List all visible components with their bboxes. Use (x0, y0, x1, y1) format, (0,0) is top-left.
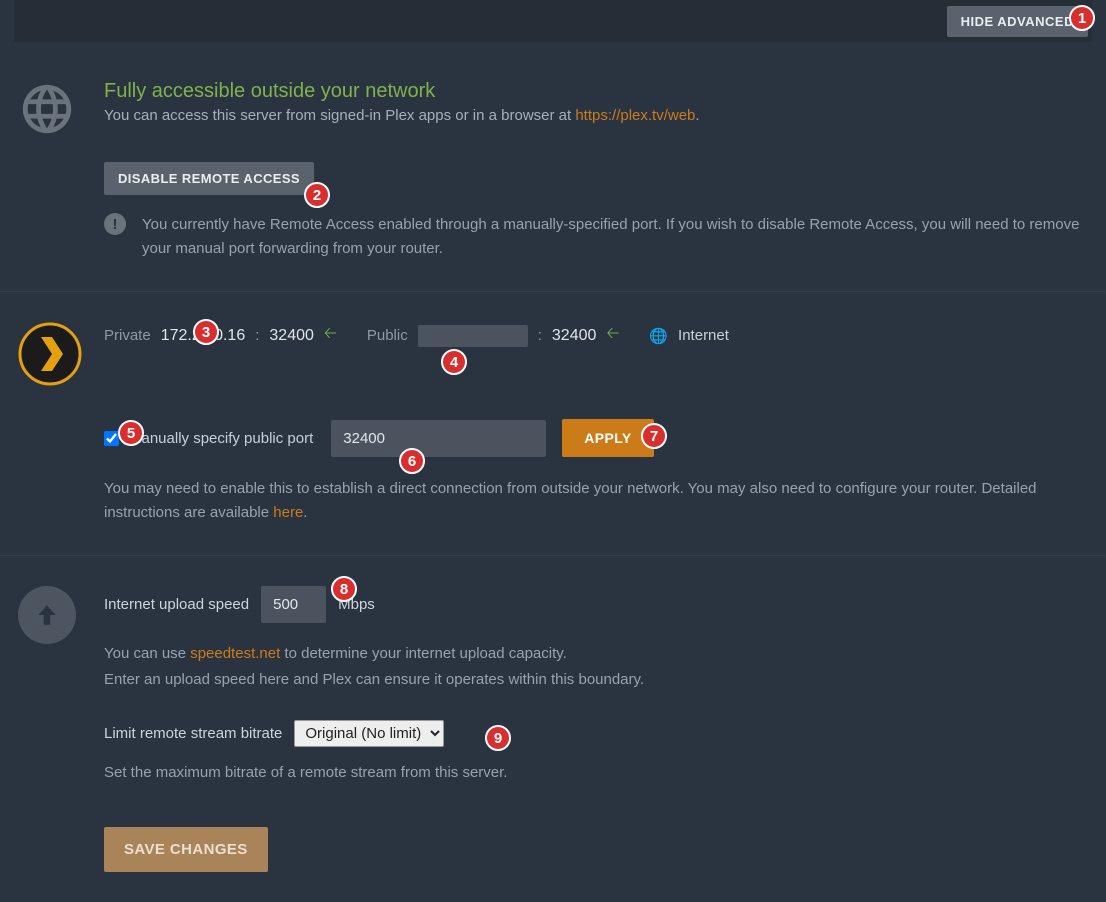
upload-speed-label: Internet upload speed (104, 596, 249, 613)
bitrate-help: Set the maximum bitrate of a remote stre… (104, 761, 1082, 785)
upload-help-suffix: to determine your internet upload capaci… (280, 645, 567, 662)
exclamation-icon: ! (104, 213, 126, 235)
speedtest-link[interactable]: speedtest.net (190, 645, 280, 662)
manual-port-label: Manually specify public port (129, 430, 313, 447)
plex-web-link[interactable]: https://plex.tv/web (575, 107, 695, 124)
public-label: Public (367, 327, 408, 344)
arrow-left-icon: 🡠 (324, 322, 337, 349)
notice-text: You currently have Remote Access enabled… (142, 213, 1082, 261)
status-desc-prefix: You can access this server from signed-i… (104, 107, 575, 124)
globe-icon (18, 80, 76, 138)
status-description: You can access this server from signed-i… (104, 107, 1082, 124)
private-label: Private (104, 327, 151, 344)
bitrate-label: Limit remote stream bitrate (104, 725, 282, 742)
upload-help-prefix: You can use (104, 645, 190, 662)
internet-globe-icon: 🌐 (649, 327, 668, 345)
public-ip-masked (418, 325, 528, 347)
port-help-suffix: . (303, 504, 307, 521)
upload-help-text: You can use speedtest.net to determine y… (104, 641, 1082, 692)
private-port: 32400 (269, 327, 314, 345)
private-ip: 172.21.0.16 (161, 327, 246, 345)
upload-speed-unit: Mbps (338, 596, 375, 613)
public-port: 32400 (552, 327, 597, 345)
bitrate-select[interactable]: Original (No limit) (294, 720, 444, 747)
status-desc-suffix: . (695, 107, 699, 124)
status-title: Fully accessible outside your network (104, 80, 1082, 103)
upload-icon (18, 586, 76, 644)
port-help-prefix: You may need to enable this to establish… (104, 480, 1037, 521)
upload-help2: Enter an upload speed here and Plex can … (104, 671, 644, 688)
save-changes-button[interactable]: SAVE CHANGES (104, 827, 268, 872)
disable-remote-access-button[interactable]: DISABLE REMOTE ACCESS (104, 162, 314, 195)
manual-port-checkbox[interactable] (104, 431, 119, 446)
upload-speed-input[interactable] (261, 586, 326, 623)
network-info-row: Private 172.21.0.16 : 32400 🡠 Public : 3… (104, 322, 1082, 349)
internet-label: Internet (678, 327, 729, 344)
manual-port-input[interactable] (331, 420, 546, 457)
arrow-left-icon: 🡠 (606, 322, 619, 349)
plex-icon (18, 322, 82, 386)
apply-button[interactable]: APPLY (562, 419, 653, 457)
port-help-link[interactable]: here (273, 504, 303, 521)
hide-advanced-button[interactable]: HIDE ADVANCED (947, 6, 1088, 37)
port-help-text: You may need to enable this to establish… (104, 477, 1082, 525)
